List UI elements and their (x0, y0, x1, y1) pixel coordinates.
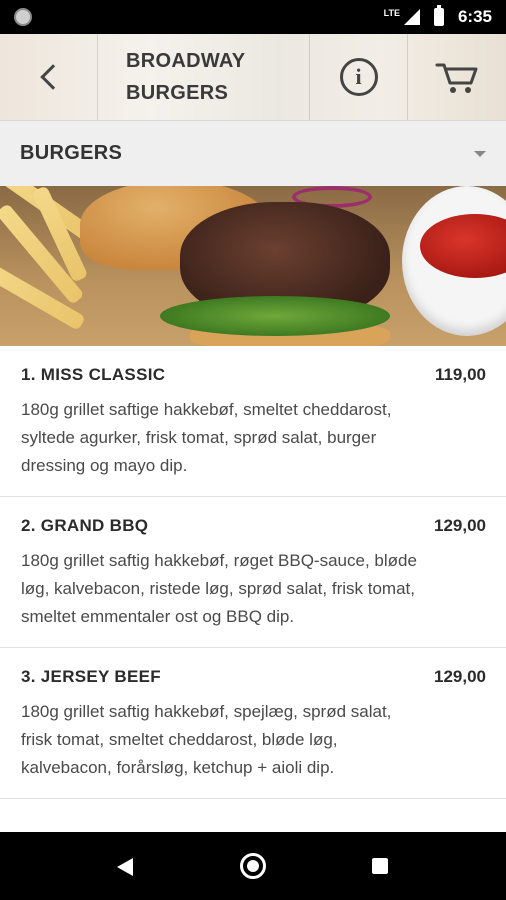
cart-button[interactable] (408, 34, 506, 120)
category-selector[interactable]: BURGERS (0, 120, 506, 186)
menu-item[interactable]: 1. MISS CLASSIC 119,00 180g grillet saft… (0, 346, 506, 497)
app-header: BROADWAY BURGERS i (0, 34, 506, 120)
lettuce-image (160, 296, 390, 336)
item-description: 180g grillet saftig hakkebøf, spejlæg, s… (21, 702, 392, 777)
cart-icon (435, 63, 478, 93)
category-label: BURGERS (20, 142, 123, 164)
status-time: 6:35 (457, 7, 492, 26)
menu-item[interactable]: 2. GRAND BBQ 129,00 180g grillet saftig … (0, 497, 506, 648)
title-line-1: BROADWAY (126, 50, 246, 72)
item-description: 180g grillet saftige hakkebøf, smeltet c… (21, 400, 392, 475)
status-icons: LTE 6:35 (384, 0, 492, 34)
battery-icon (433, 5, 444, 26)
signal-icon (403, 9, 420, 25)
info-icon: i (339, 58, 378, 96)
status-bar: LTE 6:35 (0, 0, 506, 34)
dropdown-arrow-icon (474, 151, 486, 157)
notification-icon (14, 8, 32, 26)
menu-item[interactable]: 3. JERSEY BEEF 129,00 180g grillet safti… (0, 648, 506, 799)
system-nav-bar (0, 832, 506, 900)
nav-home-icon[interactable] (240, 853, 266, 879)
item-name: 1. MISS CLASSIC (21, 365, 166, 384)
restaurant-title: BROADWAY BURGERS (98, 34, 310, 120)
menu-list: 1. MISS CLASSIC 119,00 180g grillet saft… (0, 346, 506, 799)
item-price: 129,00 (434, 667, 486, 686)
nav-recents-icon[interactable] (372, 858, 388, 874)
item-name: 3. JERSEY BEEF (21, 667, 161, 686)
item-price: 119,00 (434, 365, 486, 384)
chevron-left-icon (39, 64, 66, 90)
item-name: 2. GRAND BBQ (21, 516, 149, 535)
title-text: BROADWAY BURGERS (126, 45, 245, 109)
item-description: 180g grillet saftig hakkebøf, røget BBQ-… (21, 551, 417, 626)
item-price: 129,00 (434, 516, 486, 535)
nav-back-icon[interactable] (117, 858, 133, 876)
info-button[interactable]: i (310, 34, 408, 120)
category-hero-image (0, 186, 506, 346)
back-button[interactable] (0, 34, 98, 120)
title-line-2: BURGERS (126, 82, 229, 104)
network-type: LTE (383, 8, 400, 18)
